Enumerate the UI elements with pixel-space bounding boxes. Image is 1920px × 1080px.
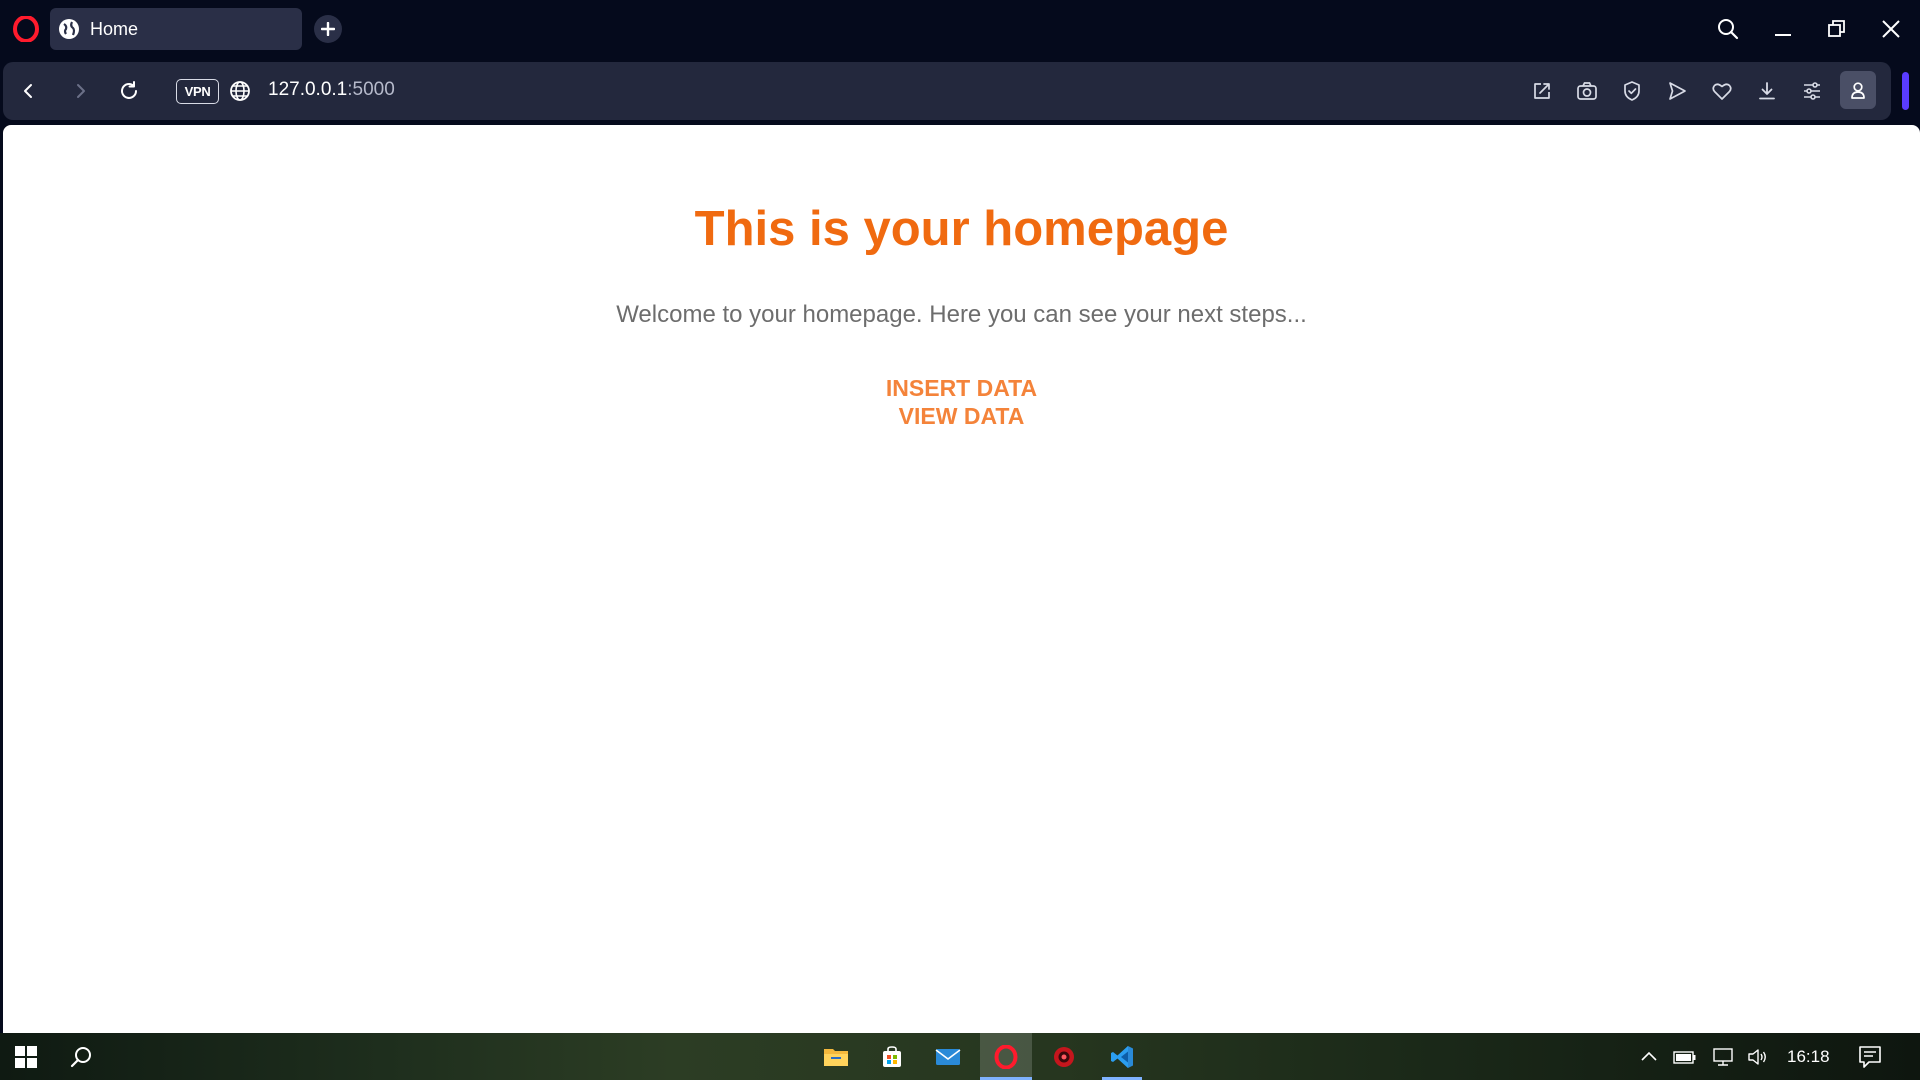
battery-status[interactable] [1672, 1033, 1698, 1080]
tab-home[interactable]: Home [50, 8, 302, 50]
page-subtitle: Welcome to your homepage. Here you can s… [616, 301, 1307, 328]
send-icon [1669, 82, 1686, 100]
camera-icon [1577, 82, 1597, 100]
network-icon [1713, 1047, 1733, 1066]
action-center-button[interactable] [1857, 1033, 1883, 1080]
shield-icon [1624, 81, 1640, 101]
profile-icon [1851, 82, 1865, 99]
network-status[interactable] [1710, 1033, 1736, 1080]
insert-data-link[interactable]: INSERT DATA [3, 375, 1920, 402]
vscode-icon [1111, 1045, 1133, 1068]
forward-arrow-icon [77, 84, 85, 98]
windows-taskbar: 16:18 [0, 1033, 1920, 1080]
mail-button[interactable] [922, 1033, 974, 1080]
sidebar-toggle[interactable] [1902, 72, 1909, 110]
close-icon [1882, 20, 1900, 38]
reload-icon [121, 81, 137, 99]
restore-button[interactable] [1822, 14, 1852, 44]
opera-logo-icon[interactable] [13, 15, 39, 43]
volume-control[interactable] [1746, 1033, 1770, 1080]
show-hidden-icons-button[interactable] [1638, 1033, 1660, 1080]
app-red-icon [1054, 1046, 1074, 1067]
plus-icon [321, 22, 335, 36]
search-icon [70, 1046, 91, 1067]
page-headline: This is your homepage [694, 202, 1229, 256]
bookmarks-button[interactable] [1708, 77, 1736, 105]
reload-button[interactable] [115, 77, 143, 105]
battery-icon [1673, 1050, 1696, 1064]
share-button[interactable] [1528, 77, 1556, 105]
volume-icon [1748, 1048, 1766, 1065]
store-button[interactable] [866, 1033, 918, 1080]
downloads-button[interactable] [1753, 77, 1781, 105]
restore-icon [1828, 20, 1845, 37]
file-explorer-icon [824, 1048, 848, 1066]
taskbar-search-button[interactable] [55, 1033, 107, 1080]
file-explorer-button[interactable] [810, 1033, 862, 1080]
forward-button[interactable] [67, 77, 95, 105]
url-host: 127.0.0.1 [268, 79, 348, 100]
opera-icon [994, 1044, 1018, 1069]
back-arrow-icon [24, 84, 32, 98]
minimize-icon [1775, 34, 1791, 36]
store-icon [883, 1045, 901, 1067]
url-port: :5000 [347, 79, 395, 100]
minimize-button[interactable] [1768, 14, 1798, 44]
opera-taskbar-button[interactable] [980, 1033, 1032, 1080]
address-bar: VPN 127.0.0.1:5000 [3, 62, 1891, 120]
url-field[interactable]: 127.0.0.1:5000 [268, 79, 395, 101]
tab-title: Home [90, 18, 139, 39]
view-data-link[interactable]: VIEW DATA [3, 403, 1920, 430]
back-button[interactable] [14, 77, 42, 105]
heart-icon [1712, 83, 1732, 100]
red-app-button[interactable] [1038, 1033, 1090, 1080]
chevron-up-icon [1641, 1051, 1657, 1061]
close-button[interactable] [1876, 14, 1906, 44]
globe-icon [58, 18, 80, 40]
vpn-badge[interactable]: VPN [176, 79, 219, 104]
start-button[interactable] [0, 1033, 52, 1080]
profile-button[interactable] [1840, 71, 1876, 109]
easy-setup-icon [1804, 82, 1820, 100]
search-tabs-button[interactable] [1713, 14, 1743, 44]
taskbar-clock[interactable]: 16:18 [1787, 1047, 1830, 1067]
snapshot-button[interactable] [1573, 77, 1601, 105]
site-info-globe-icon[interactable] [229, 80, 251, 102]
tracker-blocker-button[interactable] [1618, 77, 1646, 105]
share-icon [1534, 83, 1550, 99]
windows-logo-icon [15, 1045, 37, 1068]
mail-icon [935, 1048, 961, 1065]
search-icon [1718, 19, 1739, 40]
vscode-button[interactable] [1096, 1033, 1148, 1080]
flow-button[interactable] [1663, 77, 1691, 105]
download-icon [1759, 82, 1775, 100]
tab-bar: Home [0, 0, 1920, 59]
new-tab-button[interactable] [314, 15, 342, 43]
notification-icon [1859, 1045, 1881, 1068]
page-viewport: This is your homepage Welcome to your ho… [3, 125, 1920, 1033]
easy-setup-button[interactable] [1798, 77, 1826, 105]
